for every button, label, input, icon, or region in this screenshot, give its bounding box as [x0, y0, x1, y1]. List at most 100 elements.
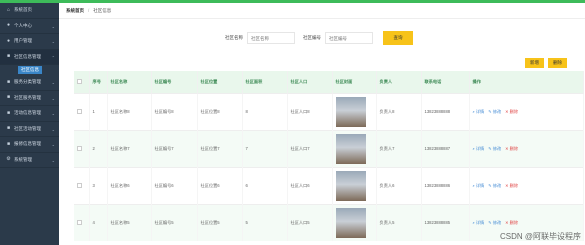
col-name[interactable]: 社区名称	[107, 71, 152, 93]
row-checkbox[interactable]	[77, 219, 82, 225]
detail-button[interactable]: ⌕ 详情	[473, 109, 485, 115]
community-code-input[interactable]	[325, 32, 373, 44]
chevron-down-icon: ⌄	[51, 126, 55, 132]
breadcrumb-current: 社区信息	[93, 7, 112, 13]
row-delete-button[interactable]: ✕ 删除	[505, 183, 518, 189]
sidebar: ⌂ 系统首页 ● 个人中心 ⌄ ● 用户管理 ⌄ ■ 社区信息管理 ⌃ 社区信息 ■ 服务分类管…	[0, 3, 59, 245]
code-label: 社区编号	[303, 35, 321, 40]
edit-icon: ✎	[488, 183, 492, 188]
select-all-checkbox[interactable]	[77, 78, 82, 84]
cell-location: 社区位置7	[197, 129, 243, 167]
person-icon: ●	[6, 22, 11, 29]
cell-code: 社区编号6	[151, 166, 198, 204]
sidebar-item-system[interactable]: ⚙ 系统管理 ⌄	[0, 153, 59, 168]
cell-leader: 负责人5	[376, 203, 422, 241]
row-checkbox[interactable]	[77, 108, 82, 114]
chevron-up-icon: ⌃	[51, 54, 55, 60]
sidebar-item-home[interactable]: ⌂ 系统首页	[0, 3, 59, 19]
cell-phone: 13823888887	[421, 129, 470, 167]
cell-area: 7	[242, 129, 288, 167]
col-code[interactable]: 社区编号	[151, 71, 198, 93]
edit-button[interactable]: ✎ 修改	[488, 109, 501, 115]
cell-name: 社区名称6	[107, 166, 152, 204]
cell-location: 社区位置6	[197, 166, 243, 204]
add-button[interactable]: 新增	[525, 58, 544, 68]
col-leader[interactable]: 负责人	[376, 71, 422, 93]
sidebar-item-service-category[interactable]: ■ 服务分类管理 ⌄	[0, 75, 59, 91]
cell-code: 社区编号5	[151, 203, 198, 241]
sidebar-item-activity[interactable]: ■ 活动信息管理 ⌄	[0, 106, 59, 122]
row-checkbox[interactable]	[77, 182, 82, 188]
cell-population: 社区人口6	[287, 166, 333, 204]
row-delete-button[interactable]: ✕ 删除	[505, 146, 518, 152]
cover-thumbnail[interactable]	[335, 133, 366, 164]
name-label: 社区名称	[225, 35, 243, 40]
table-header-row: 序号 社区名称 社区编号 社区位置 社区面积 社区人口 社区封面 负责人 联系电…	[74, 71, 584, 93]
edit-icon: ✎	[488, 146, 492, 151]
detail-button[interactable]: ⌕ 详情	[473, 183, 485, 189]
table-row[interactable]: 2 社区名称7 社区编号7 社区位置7 7 社区人口7 负责人7 1382388…	[74, 129, 584, 167]
edit-button[interactable]: ✎ 修改	[488, 220, 501, 226]
delete-button[interactable]: 删除	[548, 58, 567, 68]
cell-area: 5	[242, 203, 288, 241]
edit-button[interactable]: ✎ 修改	[488, 146, 501, 152]
cell-area: 8	[242, 92, 288, 130]
row-checkbox[interactable]	[77, 145, 82, 151]
col-area[interactable]: 社区面积	[242, 71, 288, 93]
sidebar-item-community[interactable]: ■ 社区信息管理 ⌃	[0, 49, 59, 65]
col-actions: 操作	[469, 71, 584, 93]
cell-location: 社区位置8	[197, 92, 243, 130]
cell-name: 社区名称8	[107, 92, 152, 130]
row-delete-button[interactable]: ✕ 删除	[505, 109, 518, 115]
detail-button[interactable]: ⌕ 详情	[473, 220, 485, 226]
col-population[interactable]: 社区人口	[287, 71, 333, 93]
table-row[interactable]: 1 社区名称8 社区编号8 社区位置8 8 社区人口8 负责人8 1382388…	[74, 92, 584, 130]
service-icon: ■	[6, 94, 11, 101]
cell-leader: 负责人7	[376, 129, 422, 167]
sidebar-item-profile[interactable]: ● 个人中心 ⌄	[0, 19, 59, 34]
toolbar: 新增 删除	[525, 58, 567, 68]
breadcrumb-home[interactable]: 系统首页	[66, 8, 84, 14]
sidebar-item-repair[interactable]: ■ 报修信息管理 ⌄	[0, 137, 59, 153]
detail-button[interactable]: ⌕ 详情	[473, 146, 485, 152]
cell-code: 社区编号7	[151, 129, 198, 167]
cell-population: 社区人口8	[287, 92, 333, 130]
close-icon: ✕	[505, 146, 509, 151]
community-name-input[interactable]	[247, 32, 295, 44]
cell-name: 社区名称5	[107, 203, 152, 241]
activity-icon: ■	[6, 109, 11, 116]
row-delete-button[interactable]: ✕ 删除	[505, 220, 518, 226]
cell-location: 社区位置5	[197, 203, 243, 241]
sidebar-item-events[interactable]: ■ 社区活动管理 ⌄	[0, 122, 59, 137]
col-index[interactable]: 序号	[89, 71, 108, 93]
cell-area: 6	[242, 166, 288, 204]
cell-population: 社区人口5	[287, 203, 333, 241]
cover-thumbnail[interactable]	[335, 170, 366, 201]
col-phone[interactable]: 联系电话	[421, 71, 470, 93]
chevron-down-icon: ⌄	[51, 142, 55, 147]
cell-name: 社区名称7	[107, 129, 152, 167]
sidebar-subitem-community-info[interactable]: 社区信息	[0, 65, 59, 75]
sidebar-item-users[interactable]: ● 用户管理 ⌄	[0, 34, 59, 50]
search-icon: ⌕	[472, 146, 475, 151]
edit-button[interactable]: ✎ 修改	[488, 183, 501, 189]
edit-icon: ✎	[488, 109, 492, 114]
community-icon: ■	[6, 53, 11, 60]
sidebar-item-community-service[interactable]: ■ 社区服务管理 ⌄	[0, 91, 59, 106]
cell-leader: 负责人8	[376, 92, 422, 130]
cell-phone: 13823888886	[421, 166, 470, 204]
search-bar: 社区名称 社区编号 查询	[225, 31, 413, 45]
table-row[interactable]: 3 社区名称6 社区编号6 社区位置6 6 社区人口6 负责人6 1382388…	[74, 166, 584, 204]
query-button[interactable]: 查询	[383, 31, 413, 45]
cover-thumbnail[interactable]	[335, 207, 366, 238]
cover-thumbnail[interactable]	[335, 96, 366, 127]
home-icon: ⌂	[6, 6, 11, 13]
col-location[interactable]: 社区位置	[197, 71, 243, 93]
select-all-cell[interactable]	[74, 71, 90, 93]
col-cover: 社区封面	[332, 71, 377, 93]
chevron-down-icon: ⌄	[51, 157, 55, 163]
cell-phone: 13823888888	[421, 92, 470, 130]
search-icon: ⌕	[472, 220, 475, 226]
settings-icon: ⚙	[6, 156, 11, 163]
cell-index: 3	[89, 166, 108, 204]
